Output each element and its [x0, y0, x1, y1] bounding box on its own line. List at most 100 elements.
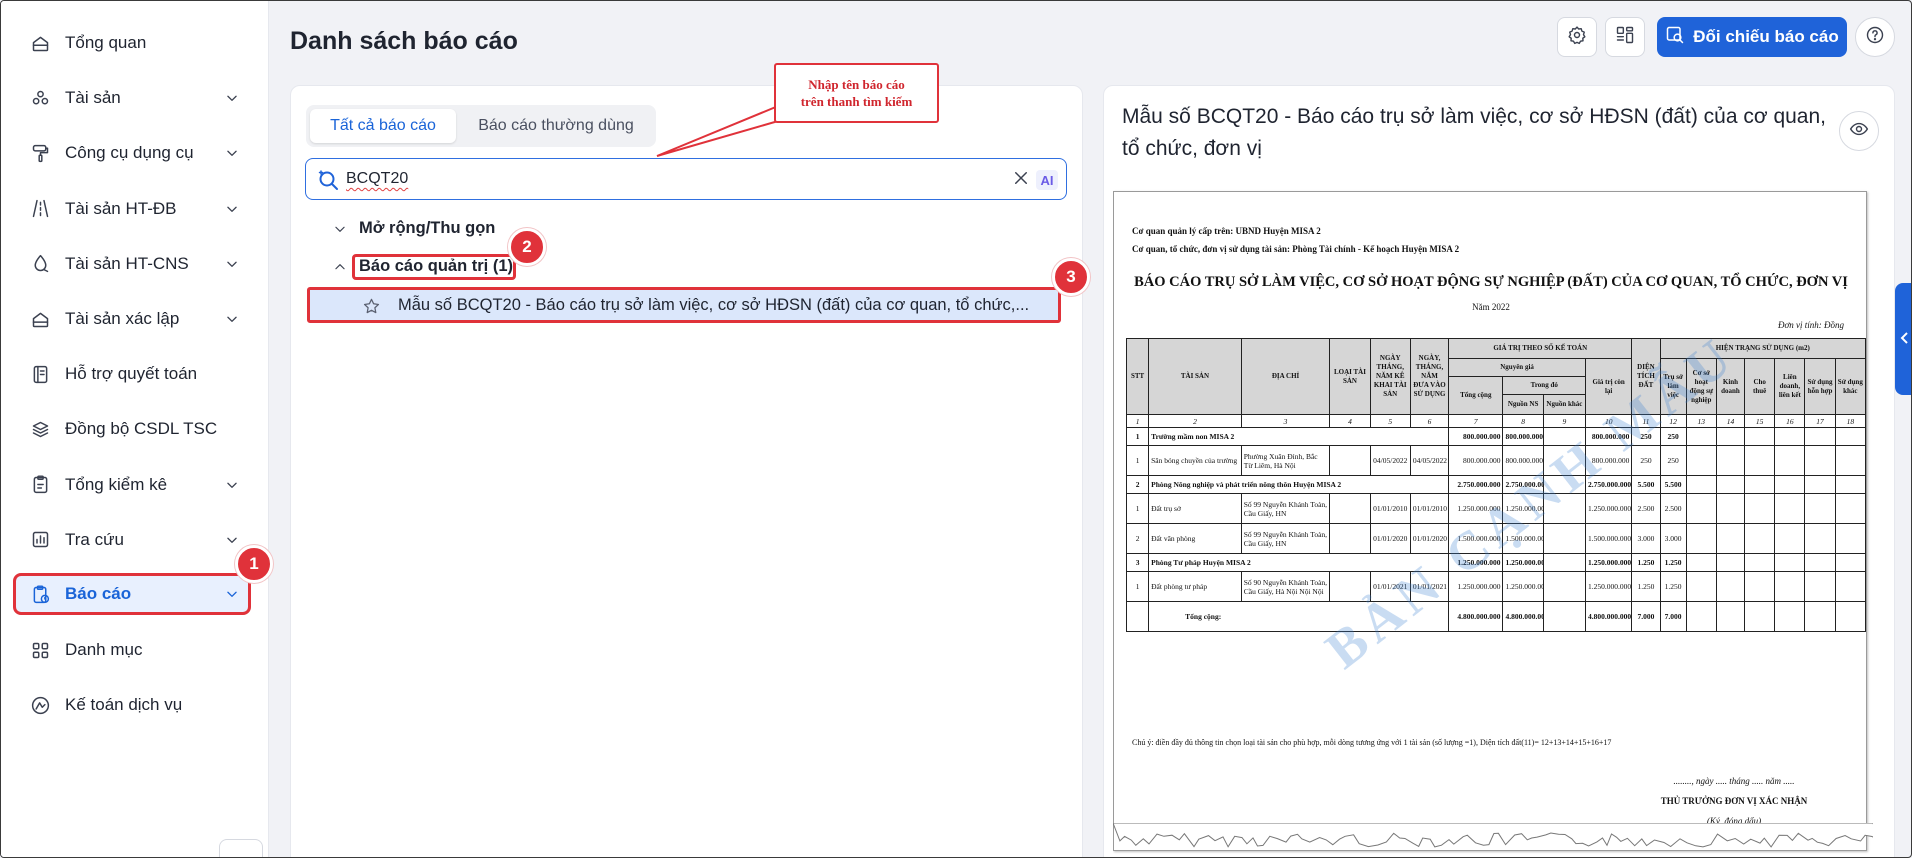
cell-empty [1329, 445, 1371, 476]
cell-empty [1834, 571, 1867, 602]
cell-empty [1834, 445, 1867, 476]
th-book-value: GIÁ TRỊ THEO SỔ KẾ TOÁN [1448, 338, 1633, 359]
cell-area: 1.250 [1631, 571, 1661, 602]
sidebar-item-label: Tra cứu [65, 529, 124, 549]
cell-name: Đất văn phòng [1148, 523, 1242, 554]
sidebar-item-home[interactable]: Tổng quan [15, 24, 249, 62]
sidebar-item-water-drop[interactable]: Tài sản HT-CNS [15, 245, 249, 283]
sidebar-collapse-button[interactable] [219, 839, 263, 857]
ai-badge[interactable]: AI [1036, 170, 1058, 190]
report-search-input[interactable]: BCQT20 AI [305, 158, 1067, 200]
tab-frequent-reports[interactable]: Báo cáo thường dùng [461, 109, 651, 143]
expand-collapse-toggle[interactable]: Mở rộng/Thu gọn [333, 219, 495, 238]
cell-stt: 1 [1125, 427, 1150, 446]
th-address: ĐỊA CHỈ [1240, 338, 1331, 415]
settings-button[interactable] [1557, 17, 1597, 57]
cell-empty [1329, 493, 1371, 524]
column-number: 3 [1240, 414, 1331, 428]
cell-empty [1774, 475, 1806, 494]
app-window: Tổng quan Tài sản Công cụ dụng cụ Tài sản H… [0, 0, 1912, 858]
chevron-down-icon[interactable] [221, 474, 243, 496]
callout-line-2: trên thanh tìm kiếm [800, 94, 913, 109]
chevron-down-icon[interactable] [221, 583, 243, 605]
sidebar-item-establish[interactable]: Tài sản xác lập [15, 300, 249, 338]
torn-edge [1113, 823, 1873, 848]
cell-empty [1685, 571, 1717, 602]
sidebar-item-chart-search[interactable]: Tra cứu [15, 521, 249, 559]
cell-empty [1804, 475, 1836, 494]
chevron-down-icon[interactable] [221, 253, 243, 275]
sidebar-item-label: Tài sản xác lập [65, 309, 180, 328]
cell-empty [1834, 601, 1867, 632]
cell-remain: 1.250.000.000 [1585, 571, 1633, 602]
cell-empty [1744, 493, 1776, 524]
chevron-down-icon[interactable] [221, 87, 243, 109]
side-expand-tab[interactable] [1895, 283, 1911, 395]
cell-d2: 01/01/2010 [1409, 493, 1450, 524]
sidebar-item-road[interactable]: Tài sản HT-ĐB [15, 190, 249, 228]
sidebar-item-ledger[interactable]: Hỗ trợ quyết toán [15, 355, 249, 393]
help-button[interactable] [1855, 17, 1895, 57]
chevron-down-icon[interactable] [221, 142, 243, 164]
cell-d1: 01/01/2020 [1369, 523, 1411, 554]
sidebar-item-paint-roller[interactable]: Công cụ dụng cụ [15, 134, 249, 172]
sidebar-item-assets[interactable]: Tài sản [15, 79, 249, 117]
clear-icon[interactable] [1012, 169, 1032, 189]
document-title: BÁO CÁO TRỤ SỞ LÀM VIỆC, CƠ SỞ HOẠT ĐỘNG… [1134, 274, 1848, 290]
compare-report-button[interactable]: Đối chiếu báo cáo [1657, 17, 1847, 57]
cell-name: Đất trụ sở [1148, 493, 1242, 524]
search-input-value[interactable]: BCQT20 [346, 170, 408, 188]
sidebar: Tổng quan Tài sản Công cụ dụng cụ Tài sản H… [1, 1, 269, 857]
sidebar-item-clipboard[interactable]: Tổng kiểm kê [15, 466, 249, 504]
cell-empty [1744, 601, 1776, 632]
cell-stt: 2 [1125, 475, 1150, 494]
th-u6: Sử dụng hỗn hợp [1804, 358, 1836, 415]
sidebar-item-label: Tổng quan [65, 33, 147, 52]
cell-empty [1834, 553, 1867, 572]
table-row: 1 Sân bóng chuyền của trường Phường Xuân Đ… [1125, 445, 1867, 476]
sidebar-item-label: Tài sản HT-ĐB [65, 198, 177, 218]
sidebar-item-label: Kế toán dịch vụ [65, 695, 183, 715]
road-icon [29, 198, 51, 220]
chevron-down-icon[interactable] [221, 198, 243, 220]
report-document-preview[interactable]: Cơ quan quản lý cấp trên: UBND Huyện MIS… [1113, 183, 1875, 857]
cell-empty [1804, 493, 1836, 524]
report-paper: Cơ quan quản lý cấp trên: UBND Huyện MIS… [1113, 191, 1867, 851]
cell-empty [1774, 427, 1806, 446]
cell-empty [1685, 523, 1717, 554]
currency-unit: Đơn vị tính: Đồng [1777, 320, 1844, 330]
layout-button[interactable] [1605, 17, 1645, 57]
chevron-down-icon[interactable] [221, 529, 243, 551]
th-declared: NGÀY THÁNG, NĂM KÊ KHAI TÀI SẢN [1369, 338, 1411, 415]
sidebar-item-layers-sync[interactable]: Đồng bộ CSDL TSC [15, 410, 249, 448]
column-number: 16 [1774, 414, 1806, 428]
chevron-down-icon[interactable] [221, 308, 243, 330]
cell-empty [1715, 601, 1746, 632]
step-badge-2: 2 [508, 228, 546, 266]
th-asset: TÀI SẢN [1148, 338, 1242, 415]
cell-empty [1834, 523, 1867, 554]
column-number: 15 [1744, 414, 1776, 428]
star-icon[interactable] [362, 297, 382, 317]
callout-line-1: Nhập tên báo cáo [808, 77, 905, 92]
report-item-bcqt20[interactable]: Mẫu số BCQT20 - Báo cáo trụ sở làm việc,… [307, 287, 1061, 323]
sidebar-item-label: Công cụ dụng cụ [65, 143, 194, 163]
tab-all-reports[interactable]: Tất cả báo cáo [310, 109, 456, 143]
cell-empty [1744, 475, 1776, 494]
chevron-up-icon [333, 260, 347, 274]
cell-stt: 2 [1125, 523, 1150, 554]
cell-empty [1774, 523, 1806, 554]
column-number: 17 [1804, 414, 1836, 428]
sidebar-item-grid[interactable]: Danh mục [15, 631, 249, 669]
column-number: 4 [1329, 414, 1371, 428]
cell-ns: 1.250.000.000 [1502, 571, 1544, 602]
cell-addr: Phường Xuân Đỉnh, Bắc Từ Liêm, Hà Nội [1240, 445, 1331, 476]
cell-empty [1715, 553, 1746, 572]
cell-total: 4.800.000.000 [1448, 601, 1504, 632]
sidebar-item-report[interactable]: Báo cáo [13, 573, 251, 615]
preview-toggle-button[interactable] [1839, 111, 1879, 151]
cell-empty [1774, 493, 1806, 524]
eye-icon [1849, 119, 1869, 144]
column-number: 7 [1448, 414, 1504, 428]
sidebar-item-service[interactable]: Kế toán dịch vụ [15, 686, 249, 724]
